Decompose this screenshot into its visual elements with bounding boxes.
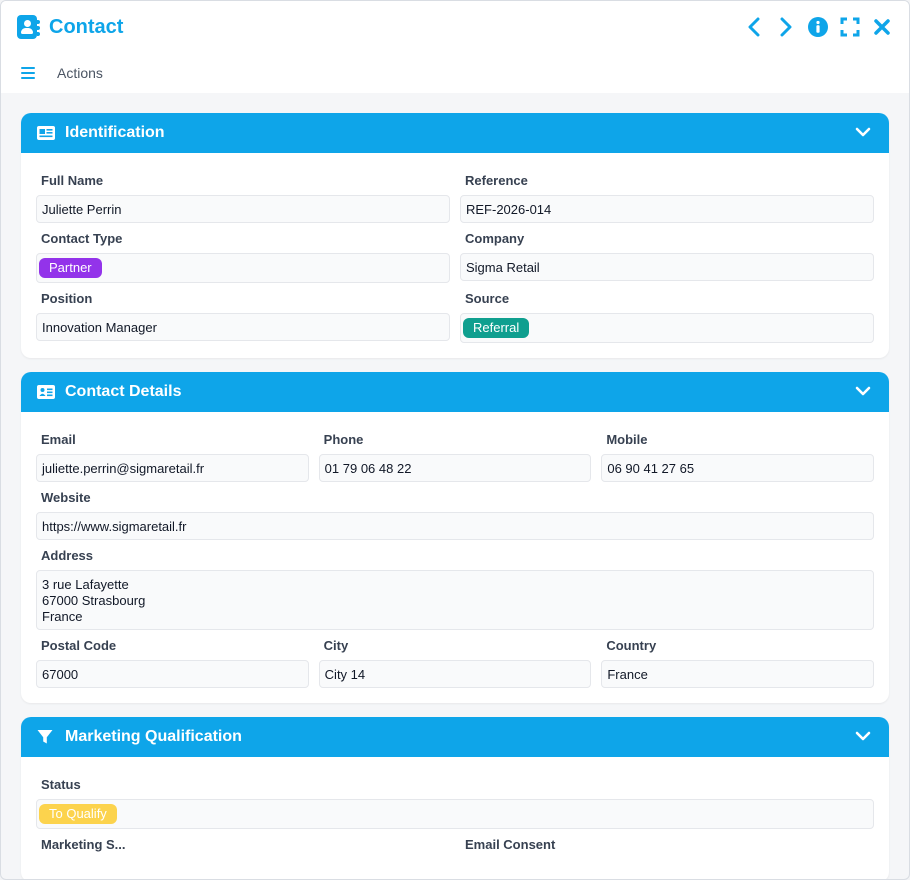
id-card-icon bbox=[37, 126, 55, 140]
contact-type-badge: Partner bbox=[39, 258, 102, 278]
chevron-left-icon bbox=[748, 17, 760, 37]
menu-icon[interactable] bbox=[21, 67, 35, 79]
city-label: City bbox=[323, 638, 349, 653]
phone-label: Phone bbox=[323, 432, 364, 447]
full-name-label: Full Name bbox=[41, 173, 104, 188]
chevron-down-icon[interactable] bbox=[855, 385, 871, 397]
next-button[interactable] bbox=[775, 14, 797, 40]
contact-book-icon bbox=[17, 15, 40, 39]
contact-window: Contact Actions Identification Full Name… bbox=[0, 0, 910, 880]
identification-header[interactable]: Identification bbox=[21, 113, 889, 153]
form-content: Identification Full Name Juliette Perrin… bbox=[1, 93, 909, 879]
marketing-label: Marketing S... bbox=[41, 837, 126, 852]
website-field[interactable]: https://www.sigmaretail.fr bbox=[36, 512, 874, 540]
section-title: Contact Details bbox=[65, 383, 182, 400]
source-label: Source bbox=[465, 291, 510, 306]
country-label: Country bbox=[606, 638, 657, 653]
status-badge: To Qualify bbox=[39, 804, 117, 824]
company-field[interactable]: Sigma Retail bbox=[460, 253, 874, 281]
position-label: Position bbox=[41, 291, 93, 306]
contact-details-header[interactable]: Contact Details bbox=[21, 372, 889, 412]
email-field[interactable]: juliette.perrin@sigmaretail.fr bbox=[36, 454, 309, 482]
address-card-icon bbox=[37, 385, 55, 399]
previous-button[interactable] bbox=[743, 14, 765, 40]
window-controls bbox=[743, 14, 893, 40]
email-consent-label: Email Consent bbox=[465, 837, 556, 852]
company-label: Company bbox=[465, 231, 525, 246]
title-bar: Contact bbox=[1, 1, 909, 53]
city-field[interactable]: City 14 bbox=[318, 660, 592, 688]
maximize-button[interactable] bbox=[839, 14, 861, 40]
source-badge: Referral bbox=[463, 318, 530, 338]
mobile-label: Mobile bbox=[606, 432, 648, 447]
chevron-right-icon bbox=[780, 17, 792, 37]
source-field[interactable]: Referral bbox=[460, 313, 874, 343]
info-button[interactable] bbox=[807, 14, 829, 40]
country-field[interactable]: France bbox=[601, 660, 875, 688]
contact-type-field[interactable]: Partner bbox=[36, 253, 450, 283]
contact-type-label: Contact Type bbox=[41, 231, 123, 246]
website-label: Website bbox=[41, 490, 91, 505]
status-field[interactable]: To Qualify bbox=[36, 799, 874, 829]
address-field[interactable]: 3 rue Lafayette 67000 Strasbourg France bbox=[36, 570, 874, 630]
chevron-down-icon[interactable] bbox=[855, 730, 871, 742]
postal-code-field[interactable]: 67000 bbox=[36, 660, 309, 688]
reference-field[interactable]: REF-2026-014 bbox=[460, 195, 874, 223]
mobile-field[interactable]: 06 90 41 27 65 bbox=[601, 454, 875, 482]
identification-section: Identification Full Name Juliette Perrin… bbox=[21, 113, 889, 358]
marketing-section: Marketing Qualification Status To Qualif… bbox=[21, 717, 889, 879]
page-title: Contact bbox=[49, 15, 124, 38]
chevron-down-icon[interactable] bbox=[855, 126, 871, 138]
close-icon bbox=[874, 19, 890, 35]
marketing-header[interactable]: Marketing Qualification bbox=[21, 717, 889, 757]
section-title: Marketing Qualification bbox=[65, 728, 242, 745]
position-field[interactable]: Innovation Manager bbox=[36, 313, 450, 341]
close-button[interactable] bbox=[871, 14, 893, 40]
full-name-field[interactable]: Juliette Perrin bbox=[36, 195, 450, 223]
action-bar: Actions bbox=[1, 53, 909, 93]
email-label: Email bbox=[41, 432, 76, 447]
section-title: Identification bbox=[65, 124, 165, 141]
contact-details-section: Contact Details Email juliette.perrin@si… bbox=[21, 372, 889, 703]
postal-code-label: Postal Code bbox=[41, 638, 117, 653]
actions-menu[interactable]: Actions bbox=[57, 65, 103, 81]
info-icon bbox=[808, 17, 828, 37]
phone-field[interactable]: 01 79 06 48 22 bbox=[318, 454, 592, 482]
status-label: Status bbox=[41, 777, 81, 792]
expand-icon bbox=[840, 17, 860, 37]
address-label: Address bbox=[41, 548, 94, 563]
reference-label: Reference bbox=[465, 173, 528, 188]
filter-icon bbox=[37, 730, 55, 744]
